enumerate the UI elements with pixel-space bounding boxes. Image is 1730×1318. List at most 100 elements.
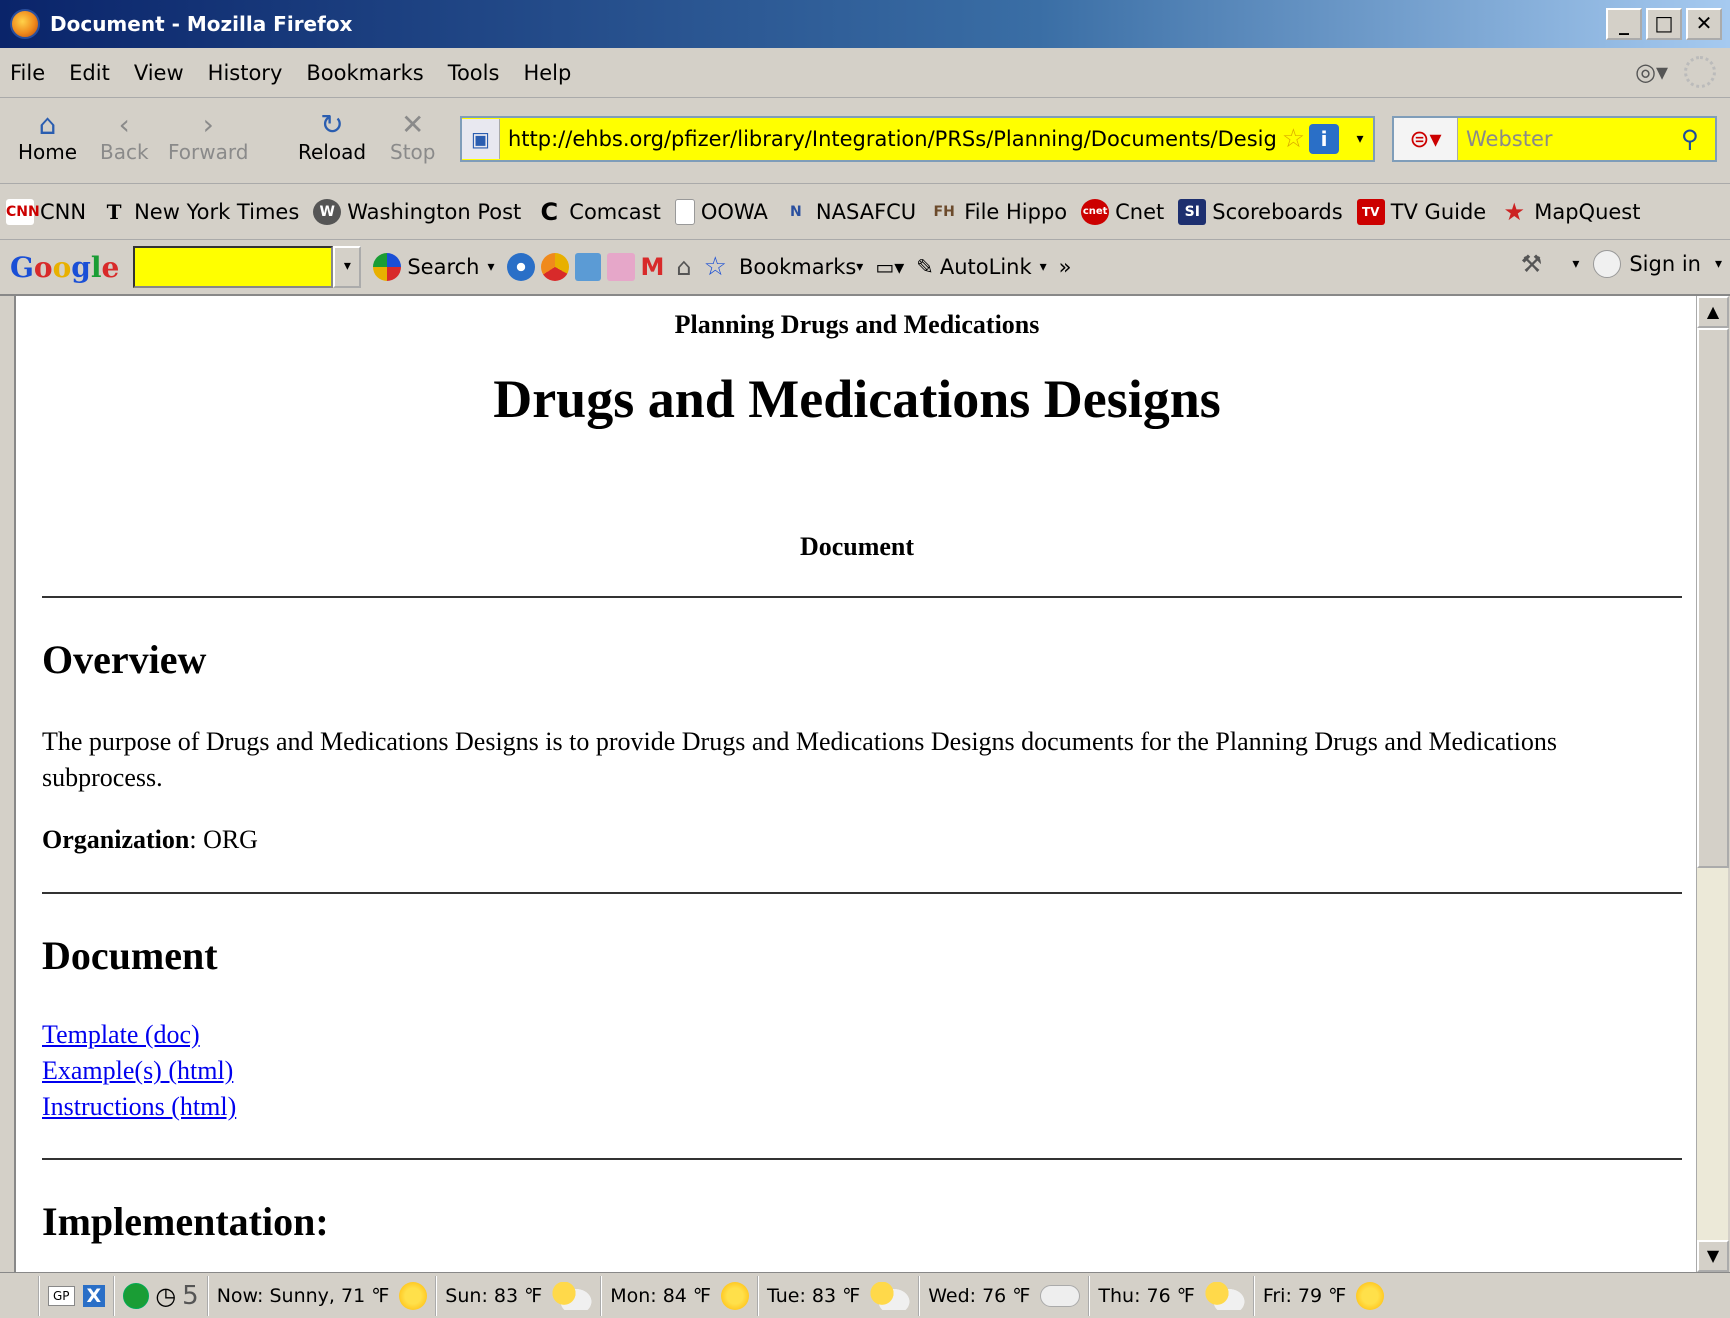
globe-icon[interactable] [506, 253, 535, 281]
url-dropdown-icon[interactable]: ▾ [1347, 131, 1373, 147]
bookmark-comcast[interactable]: C Comcast [535, 197, 661, 226]
page-content: Planning Drugs and Medications Drugs and… [14, 296, 1696, 1272]
bookmark-cnn[interactable]: CNN CNN [6, 198, 87, 225]
title-bar: Document - Mozilla Firefox _ □ ✕ [0, 0, 1730, 48]
search-bar[interactable]: ⊜▾ Webster ⚲ [1392, 116, 1717, 162]
weather-tue[interactable]: Tue: 83 ℉ [759, 1275, 921, 1316]
instructions-link[interactable]: Instructions (html) [42, 1092, 236, 1122]
bookmark-tv-guide[interactable]: TV TV Guide [1356, 198, 1486, 225]
google-search-input[interactable] [133, 246, 334, 288]
bookmark-star-icon[interactable]: ☆ [1282, 124, 1305, 154]
bookmark-label: File Hippo [964, 199, 1068, 224]
scroll-up-button[interactable]: ▲ [1697, 296, 1729, 328]
info-icon[interactable]: i [1309, 124, 1339, 154]
wrench-icon[interactable]: ⚒ [1521, 250, 1543, 278]
google-bookmarks-button[interactable]: Bookmarks ▾ [739, 255, 863, 279]
search-go-icon[interactable]: ⚲ [1681, 125, 1715, 153]
home-icon: ⌂ [38, 108, 57, 141]
examples-link[interactable]: Example(s) (html) [42, 1056, 233, 1086]
bookmark-nasafcu[interactable]: N NASAFCU [782, 199, 916, 225]
bookmark-label: NASAFCU [815, 199, 917, 224]
bookmark-washington-post[interactable]: W Washington Post [313, 198, 521, 225]
menu-view[interactable]: View [134, 61, 184, 85]
partly-cloudy-icon [552, 1281, 593, 1310]
back-button[interactable]: ‹ Back [100, 110, 149, 165]
vertical-scrollbar[interactable]: ▲ ▼ [1696, 296, 1729, 1272]
scroll-down-button[interactable]: ▼ [1697, 1240, 1729, 1272]
chevron-down-icon[interactable]: ▾ [1715, 256, 1722, 272]
star-bookmark-icon[interactable]: ☆ [704, 252, 727, 282]
address-bar[interactable]: ▣ http://ehbs.org/pfizer/library/Integra… [460, 116, 1375, 162]
template-link[interactable]: Template (doc) [42, 1020, 200, 1050]
profile-icon[interactable]: ◎▾ [1635, 58, 1668, 86]
bookmark-scoreboards[interactable]: SI Scoreboards [1178, 198, 1343, 225]
gmail-icon[interactable]: M [641, 253, 665, 281]
count-badge[interactable]: 5 [182, 1281, 199, 1311]
url-text[interactable]: http://ehbs.org/pfizer/library/Integrati… [500, 127, 1278, 151]
weather-thu[interactable]: Thu: 76 ℉ [1090, 1275, 1255, 1316]
menu-file[interactable]: File [10, 61, 45, 85]
gp-icon[interactable]: GP [48, 1285, 75, 1306]
google-search-button[interactable]: Search ▾ [373, 253, 495, 281]
scroll-thumb[interactable] [1697, 328, 1729, 868]
maximize-button[interactable]: □ [1646, 8, 1682, 40]
plus-icon[interactable] [574, 253, 601, 281]
menu-edit[interactable]: Edit [69, 61, 110, 85]
menu-history[interactable]: History [208, 61, 283, 85]
back-label: Back [100, 140, 149, 164]
minimize-button[interactable]: _ [1606, 8, 1642, 40]
bookmark-label: Scoreboards [1212, 199, 1343, 224]
weather-text: Wed: 76 ℉ [928, 1284, 1031, 1307]
google-search-dropdown[interactable]: ▾ [333, 246, 362, 288]
si-icon: SI [1178, 198, 1207, 225]
google-logo[interactable]: Google [10, 251, 119, 284]
bank-icon[interactable]: ⌂ [676, 253, 691, 281]
weather-now[interactable]: Now: Sunny, 71 ℉ [209, 1275, 438, 1316]
search-input[interactable]: Webster [1458, 127, 1681, 151]
sun-icon [721, 1281, 749, 1310]
menu-help[interactable]: Help [523, 61, 571, 85]
weather-wed[interactable]: Wed: 76 ℉ [920, 1275, 1091, 1316]
cnet-icon: cnet [1081, 198, 1110, 225]
weather-mon[interactable]: Mon: 84 ℉ [602, 1275, 759, 1316]
picasa-icon[interactable] [540, 253, 569, 281]
autolink-button[interactable]: ✎ AutoLink ▾ [916, 255, 1046, 279]
chevron-down-icon[interactable]: ▾ [1572, 256, 1579, 272]
chevron-down-icon: ▾ [487, 259, 495, 275]
nyt-icon: T [106, 199, 122, 224]
close-button[interactable]: ✕ [1686, 8, 1722, 40]
divider [42, 1158, 1682, 1160]
stop-button[interactable]: ✕ Stop [390, 110, 435, 165]
home-button[interactable]: ⌂ Home [18, 108, 77, 165]
x-addon-icon[interactable]: X [82, 1284, 106, 1307]
weather-sun[interactable]: Sun: 83 ℉ [437, 1275, 603, 1316]
weather-fri[interactable]: Fri: 79 ℉ [1255, 1276, 1392, 1316]
menu-bookmarks[interactable]: Bookmarks [306, 61, 423, 85]
fill-form-icon[interactable]: ▭▾ [875, 255, 904, 279]
window-controls: _ □ ✕ [1606, 8, 1722, 40]
weather-text: Thu: 76 ℉ [1098, 1284, 1195, 1307]
forward-label: Forward [168, 140, 249, 164]
bookmark-label: Comcast [569, 199, 661, 224]
forward-button[interactable]: › Forward [168, 110, 249, 165]
bookmark-nyt[interactable]: T New York Times [100, 199, 300, 225]
bookmarks-label: Bookmarks [738, 255, 857, 279]
bookmark-mapquest[interactable]: ★ MapQuest [1500, 199, 1640, 225]
bookmark-oowa[interactable]: OOWA [674, 198, 768, 225]
green-status-icon[interactable] [123, 1282, 150, 1309]
more-tools-button[interactable]: » [1059, 255, 1072, 279]
bookmark-label: MapQuest [1534, 199, 1641, 224]
site-identity-icon[interactable]: ▣ [462, 119, 500, 159]
bookmark-cnet[interactable]: cnet Cnet [1081, 198, 1164, 225]
menu-tools[interactable]: Tools [448, 61, 500, 85]
notebook-icon[interactable] [606, 253, 635, 281]
comcast-icon: C [540, 197, 559, 226]
bookmark-label: CNN [40, 199, 87, 224]
reload-button[interactable]: ↻ Reload [298, 110, 366, 165]
sign-in-button[interactable]: Sign in [1629, 252, 1701, 276]
search-engine-icon[interactable]: ⊜▾ [1394, 118, 1458, 160]
clock-icon[interactable]: ◷ [155, 1282, 176, 1310]
sign-in-icon[interactable] [1593, 250, 1622, 278]
weather-text: Fri: 79 ℉ [1262, 1284, 1347, 1307]
bookmark-file-hippo[interactable]: FH File Hippo [930, 199, 1068, 225]
